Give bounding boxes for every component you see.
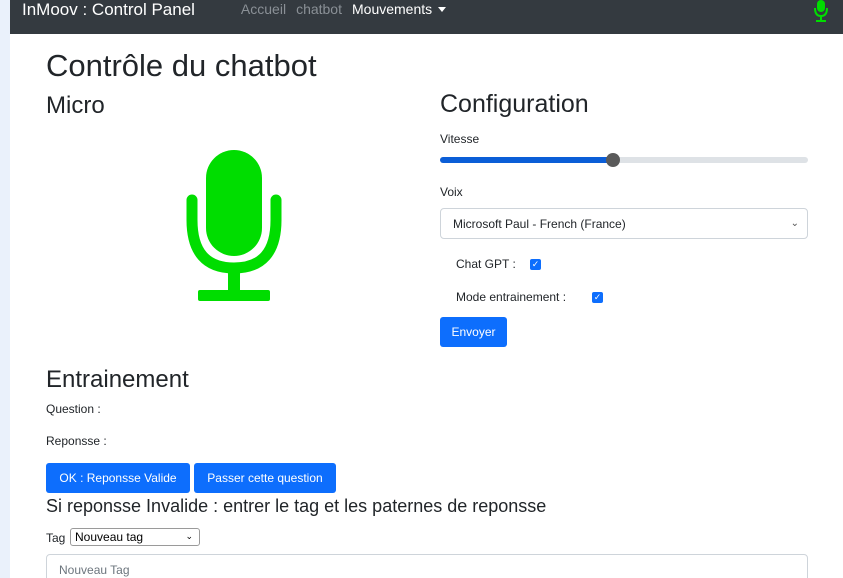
new-tag-input[interactable]: Nouveau Tag bbox=[46, 554, 808, 578]
chevron-down-icon: ⌄ bbox=[185, 531, 193, 541]
speed-slider[interactable] bbox=[440, 153, 808, 167]
ok-valid-button[interactable]: OK : Reponsse Valide bbox=[46, 463, 190, 493]
chevron-down-icon: ⌄ bbox=[790, 218, 799, 229]
configuration-heading: Configuration bbox=[440, 90, 589, 118]
send-button[interactable]: Envoyer bbox=[440, 317, 507, 347]
training-mode-checkbox[interactable]: ✓ bbox=[592, 292, 603, 303]
voice-select-value: Microsoft Paul - French (France) bbox=[453, 217, 626, 231]
chatgpt-checkbox[interactable]: ✓ bbox=[530, 259, 541, 270]
nav-dropdown-mouvements[interactable]: Mouvements bbox=[352, 1, 447, 17]
microphone-icon[interactable] bbox=[186, 150, 282, 302]
nav-link-accueil[interactable]: Accueil bbox=[241, 1, 286, 17]
invalid-heading: Si reponsse Invalide : entrer le tag et … bbox=[46, 496, 547, 516]
tag-label: Tag bbox=[46, 531, 66, 545]
training-heading: Entrainement bbox=[46, 366, 189, 393]
caret-down-icon bbox=[438, 6, 447, 12]
speed-slider-fill bbox=[440, 157, 613, 163]
micro-heading: Micro bbox=[46, 92, 105, 119]
voice-label: Voix bbox=[440, 185, 463, 199]
nav-link-chatbot[interactable]: chatbot bbox=[296, 1, 342, 17]
skip-question-button[interactable]: Passer cette question bbox=[194, 463, 336, 493]
question-label: Question : bbox=[46, 402, 101, 416]
microphone-icon[interactable] bbox=[813, 0, 829, 24]
speed-label: Vitesse bbox=[440, 132, 480, 146]
speed-slider-thumb[interactable] bbox=[605, 153, 620, 167]
chatgpt-label: Chat GPT : bbox=[456, 257, 516, 271]
training-mode-label: Mode entrainement : bbox=[456, 290, 567, 304]
tag-select[interactable]: Nouveau tag ⌄ bbox=[70, 528, 200, 546]
nav-dropdown-label: Mouvements bbox=[352, 1, 433, 17]
voice-select[interactable]: Microsoft Paul - French (France) ⌄ bbox=[440, 208, 808, 239]
answer-label: Reponsse : bbox=[46, 434, 107, 448]
page-title: Contrôle du chatbot bbox=[46, 48, 317, 83]
navbar-brand[interactable]: InMoov : Control Panel bbox=[22, 0, 195, 20]
tag-select-value: Nouveau tag bbox=[75, 530, 144, 544]
navbar: InMoov : Control Panel Accueil chatbot M… bbox=[10, 0, 843, 34]
